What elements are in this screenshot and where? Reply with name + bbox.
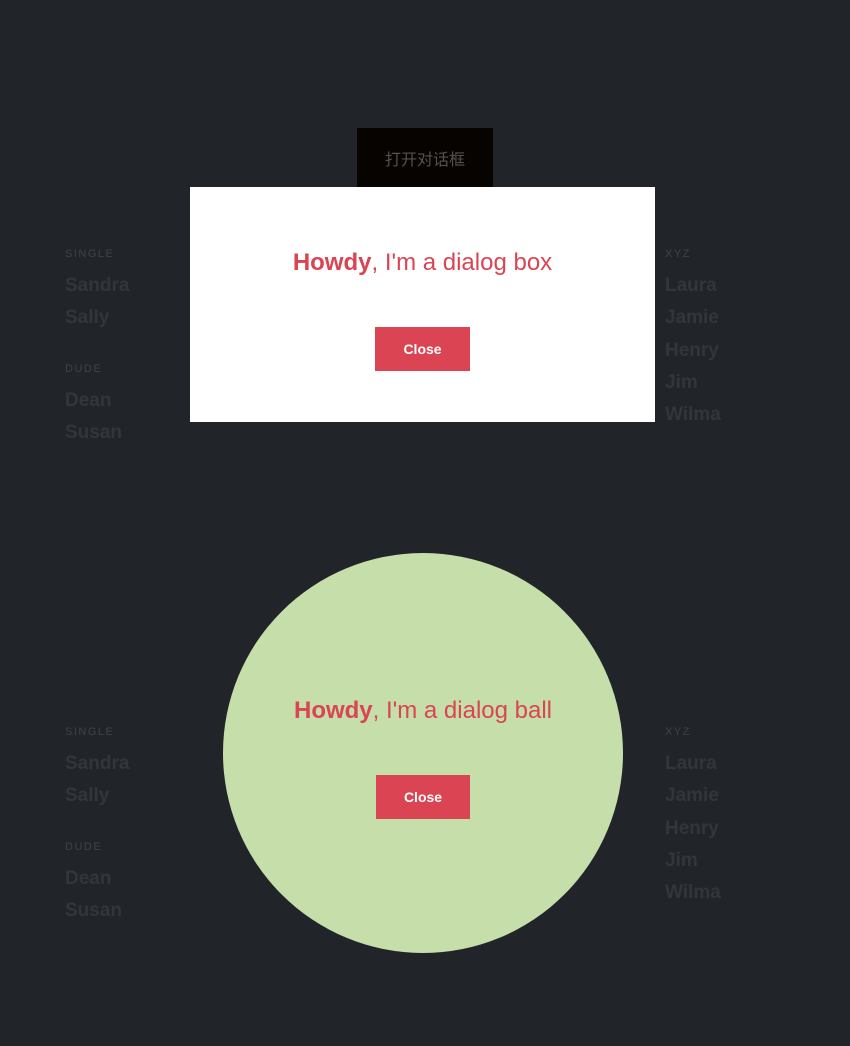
section-dialog-box: 对话框的效果 打开对话框 SINGLE Sandra Sally DUDE De…: [0, 0, 850, 480]
section-dialog-ball: 对话框的效果 SINGLE Sandra Sally DUDE Dean Sus…: [0, 480, 850, 1046]
dialog-strong: Howdy: [293, 249, 372, 276]
dialog-message: Howdy, I'm a dialog ball: [294, 697, 552, 725]
dialog-ball: Howdy, I'm a dialog ball Close: [223, 553, 623, 953]
dialog-rest: , I'm a dialog ball: [373, 697, 552, 724]
dialog-rest: , I'm a dialog box: [371, 249, 552, 276]
close-button[interactable]: Close: [376, 775, 470, 819]
close-button[interactable]: Close: [375, 327, 469, 371]
dialog-strong: Howdy: [294, 697, 373, 724]
dialog-box: Howdy, I'm a dialog box Close: [190, 187, 655, 422]
dialog-message: Howdy, I'm a dialog box: [293, 249, 552, 277]
